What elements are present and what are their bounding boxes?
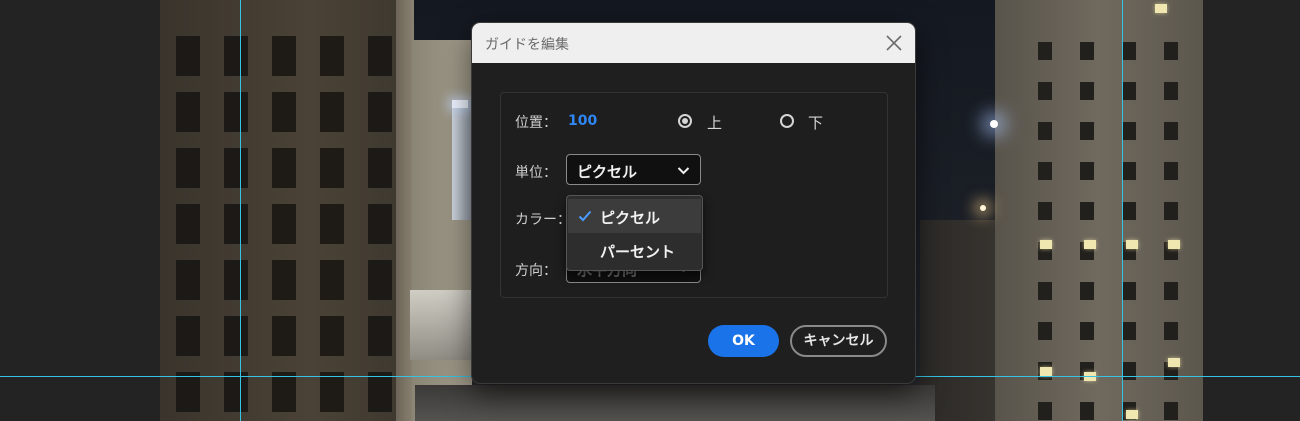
dialog-title: ガイドを編集 <box>485 37 569 53</box>
lit-window <box>1155 4 1167 13</box>
vertical-guide[interactable] <box>240 0 241 421</box>
position-label: 位置： <box>515 115 557 131</box>
warm-light <box>980 205 986 211</box>
rooftops <box>415 385 935 421</box>
unit-option-pixel[interactable]: ピクセル <box>568 199 701 233</box>
check-icon <box>578 210 592 222</box>
unit-select-value: ピクセル <box>577 163 638 181</box>
anchor-top-label: 上 <box>707 114 723 132</box>
lit-window <box>1040 240 1052 249</box>
lit-window <box>1040 367 1052 376</box>
ok-button[interactable]: OK <box>708 325 779 357</box>
unit-option-percent[interactable]: パーセント <box>568 233 701 267</box>
unit-label: 単位： <box>515 165 557 181</box>
anchor-bottom-radio[interactable] <box>780 114 794 128</box>
distant-tower-light <box>452 100 468 108</box>
distant-tower <box>452 100 474 220</box>
unit-select[interactable]: ピクセル <box>566 154 701 185</box>
unit-option-label: パーセント <box>600 243 676 261</box>
close-icon[interactable] <box>883 32 905 54</box>
vertical-guide[interactable] <box>1122 0 1123 421</box>
chevron-down-icon <box>677 167 690 175</box>
anchor-bottom-label: 下 <box>808 114 824 132</box>
edit-guide-dialog: ガイドを編集 位置： 100 上 下 単位： ピクセル カラー： 方向： 水平方… <box>472 23 915 383</box>
anchor-top-radio[interactable] <box>678 114 692 128</box>
lit-window <box>1168 240 1180 249</box>
position-value[interactable]: 100 <box>568 113 597 129</box>
lit-window <box>1084 240 1096 249</box>
unit-option-label: ピクセル <box>600 209 661 227</box>
lit-window <box>1168 358 1180 367</box>
orientation-label: 方向： <box>515 263 557 279</box>
street-light <box>990 120 998 128</box>
color-label: カラー： <box>515 212 571 228</box>
cancel-button[interactable]: キャンセル <box>790 325 887 357</box>
unit-dropdown-menu: ピクセル パーセント <box>566 195 703 271</box>
dialog-titlebar: ガイドを編集 <box>472 23 915 63</box>
building-left-windows <box>166 20 396 420</box>
lit-window <box>1126 410 1138 419</box>
building-left-side <box>412 40 472 421</box>
lit-window <box>1126 240 1138 249</box>
